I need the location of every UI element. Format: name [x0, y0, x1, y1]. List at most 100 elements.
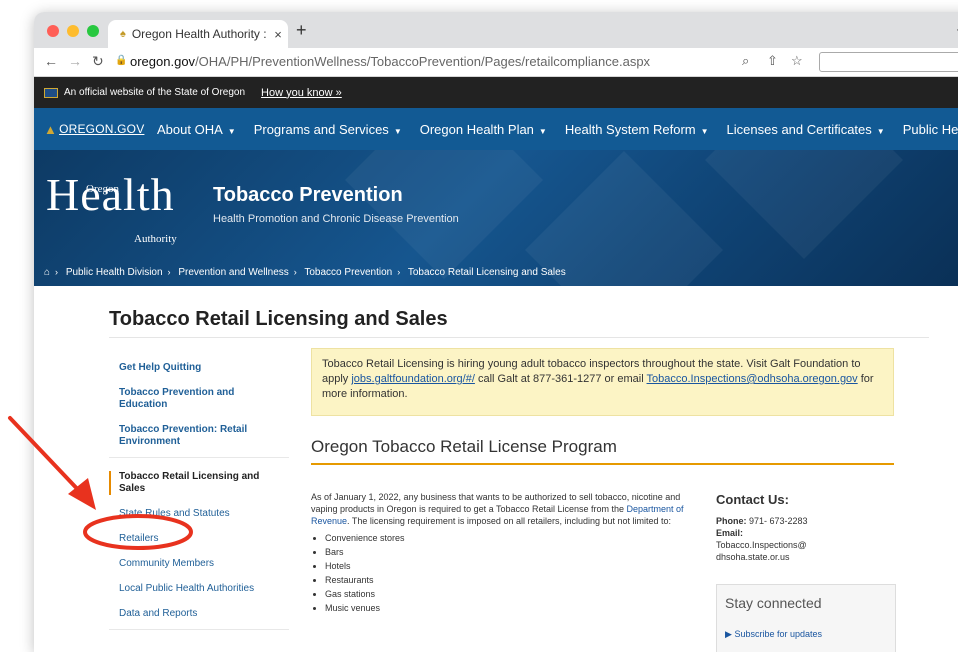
- sidebar-item-get-help[interactable]: Get Help Quitting: [109, 362, 289, 374]
- inspections-email-link[interactable]: Tobacco.Inspections@odhsoha.oregon.gov: [647, 373, 858, 385]
- sidebar-item-licensing-sales[interactable]: Tobacco Retail Licensing and Sales: [109, 471, 289, 495]
- logo-text: OREGON.GOV: [59, 122, 145, 136]
- paragraph-text: As of January 1, 2022, any business that…: [311, 492, 681, 514]
- breadcrumb-current: Tobacco Retail Licensing and Sales: [407, 267, 566, 278]
- sidebar-item-community-members[interactable]: Community Members: [109, 558, 289, 570]
- galt-jobs-link[interactable]: jobs.galtfoundation.org/#/: [351, 373, 475, 385]
- list-item: Convenience stores: [325, 531, 706, 545]
- list-item: Restaurants: [325, 573, 706, 587]
- nav-label: Oregon Health Plan: [419, 121, 534, 137]
- browser-tab[interactable]: ♠ Oregon Health Authority : Toba ×: [108, 20, 288, 48]
- site-title[interactable]: Tobacco Prevention: [213, 184, 403, 207]
- nav-label: Licenses and Certificates: [726, 121, 872, 137]
- tab-title: Oregon Health Authority : Toba: [131, 27, 268, 41]
- nav-oregon-health-plan[interactable]: Oregon Health Plan ▼: [420, 122, 547, 137]
- divider: [109, 629, 289, 630]
- share-icon[interactable]: ⇧: [767, 53, 778, 69]
- tab-bar: ♠ Oregon Health Authority : Toba × + ⌄: [34, 12, 958, 48]
- sidebar-item-data-reports[interactable]: Data and Reports: [109, 608, 289, 620]
- page-title: Tobacco Retail Licensing and Sales: [109, 308, 448, 330]
- sidebar-item-prevention-education[interactable]: Tobacco Prevention and Education: [109, 387, 289, 411]
- extension-input[interactable]: [819, 52, 958, 72]
- sidebar-item-rules-statutes[interactable]: State Rules and Statutes: [109, 508, 289, 520]
- breadcrumb-item[interactable]: Tobacco Prevention: [304, 267, 392, 278]
- tree-icon: ▲: [44, 121, 58, 137]
- heading-underline: [311, 463, 894, 465]
- browser-window: ♠ Oregon Health Authority : Toba × + ⌄ ←…: [34, 12, 958, 652]
- list-item: Hotels: [325, 559, 706, 573]
- phone-label: Phone:: [716, 516, 747, 526]
- maximize-window-button[interactable]: [87, 25, 99, 37]
- url-domain: oregon.gov: [130, 54, 196, 69]
- sidebar-nav: Get Help Quitting Tobacco Prevention and…: [109, 362, 289, 643]
- list-item: Music venues: [325, 601, 706, 615]
- email-address-domain[interactable]: dhsoha.state.or.us: [716, 552, 790, 562]
- bookmark-star-icon[interactable]: ☆: [791, 53, 803, 69]
- hero-pattern: [705, 150, 903, 259]
- back-icon[interactable]: ←: [44, 53, 58, 69]
- nav-health-system-reform[interactable]: Health System Reform ▼: [565, 122, 709, 137]
- breadcrumb-item[interactable]: Public Health Division: [66, 267, 163, 278]
- logo-oregon: Oregon: [86, 183, 119, 195]
- hero-pattern: [525, 151, 723, 286]
- alert-text: call Galt at 877-361-1277 or email: [474, 373, 647, 385]
- program-description: As of January 1, 2022, any business that…: [311, 491, 706, 615]
- paragraph-text: . The licensing requirement is imposed o…: [347, 516, 672, 526]
- contact-heading: Contact Us:: [716, 492, 789, 507]
- email-label: Email:: [716, 528, 744, 538]
- how-you-know-link[interactable]: How you know »: [261, 87, 342, 99]
- caret-down-icon: ▼: [393, 126, 402, 136]
- caret-down-icon: ▼: [538, 126, 547, 136]
- nav-public-health[interactable]: Public Health▼: [903, 122, 958, 137]
- stay-connected-box: Stay connected ▶ Subscribe for updates: [716, 584, 896, 652]
- email-address[interactable]: Tobacco.Inspections@: [716, 540, 807, 550]
- breadcrumb-item[interactable]: Prevention and Wellness: [178, 267, 288, 278]
- divider: [109, 457, 289, 458]
- url-field[interactable]: oregon.gov/OHA/PH/PreventionWellness/Tob…: [130, 54, 650, 69]
- breadcrumb: ⌂ › Public Health Division › Prevention an…: [44, 267, 566, 278]
- favicon-icon: ♠: [120, 28, 126, 40]
- oregon-gov-logo[interactable]: ▲ OREGON.GOV: [44, 121, 144, 137]
- desktop-background: [0, 0, 34, 631]
- site-subtitle: Health Promotion and Chronic Disease Pre…: [213, 213, 459, 225]
- url-path: /OHA/PH/PreventionWellness/TobaccoPreven…: [195, 54, 651, 69]
- minimize-window-button[interactable]: [67, 25, 79, 37]
- program-heading: Oregon Tobacco Retail License Program: [311, 437, 617, 456]
- reload-icon[interactable]: ↻: [92, 53, 104, 70]
- caret-down-icon: ▼: [700, 126, 709, 136]
- home-icon[interactable]: ⌂: [44, 267, 50, 278]
- zoom-icon[interactable]: ⌕: [742, 53, 749, 69]
- new-tab-button[interactable]: +: [296, 20, 307, 41]
- window-controls: [47, 25, 99, 37]
- official-banner: An official website of the State of Oreg…: [34, 77, 958, 108]
- oha-logo[interactable]: Health Oregon Authority: [46, 172, 177, 246]
- stay-connected-title: Stay connected: [725, 595, 822, 611]
- lock-icon[interactable]: 🔒: [115, 55, 127, 66]
- retailer-list: Convenience stores Bars Hotels Restauran…: [311, 531, 706, 615]
- nav-programs-services[interactable]: Programs and Services ▼: [254, 122, 402, 137]
- oregon-flag-icon: [44, 87, 58, 98]
- nav-label: Health System Reform: [564, 121, 696, 137]
- official-text: An official website of the State of Oreg…: [64, 87, 246, 98]
- close-tab-icon[interactable]: ×: [268, 27, 288, 42]
- contact-info: Phone: 971- 673-2283 Email: Tobacco.Insp…: [716, 515, 866, 563]
- list-item: Bars: [325, 545, 706, 559]
- sidebar-item-retail-environment[interactable]: Tobacco Prevention: Retail Environment: [109, 424, 289, 448]
- nav-about-oha[interactable]: About OHA ▼: [157, 122, 236, 137]
- address-bar: ← → ↻ 🔒 oregon.gov/OHA/PH/PreventionWell…: [34, 48, 958, 77]
- close-window-button[interactable]: [47, 25, 59, 37]
- hiring-alert: Tobacco Retail Licensing is hiring young…: [311, 348, 894, 416]
- logo-authority: Authority: [134, 233, 177, 245]
- main-nav: ▲ OREGON.GOV About OHA ▼ Programs and Ser…: [34, 108, 958, 150]
- sidebar-item-local-authorities[interactable]: Local Public Health Authorities: [109, 583, 289, 595]
- nav-licenses-certificates[interactable]: Licenses and Certificates ▼: [727, 122, 885, 137]
- forward-icon[interactable]: →: [68, 53, 82, 69]
- nav-label: About OHA: [157, 121, 223, 137]
- sidebar-item-retailers[interactable]: Retailers: [109, 533, 289, 545]
- divider: [109, 337, 929, 338]
- phone-number: 971- 673-2283: [746, 516, 808, 526]
- caret-down-icon: ▼: [876, 126, 885, 136]
- nav-label: Programs and Services: [253, 121, 389, 137]
- list-item: Gas stations: [325, 587, 706, 601]
- hero-banner: Health Oregon Authority Tobacco Preventi…: [34, 150, 958, 286]
